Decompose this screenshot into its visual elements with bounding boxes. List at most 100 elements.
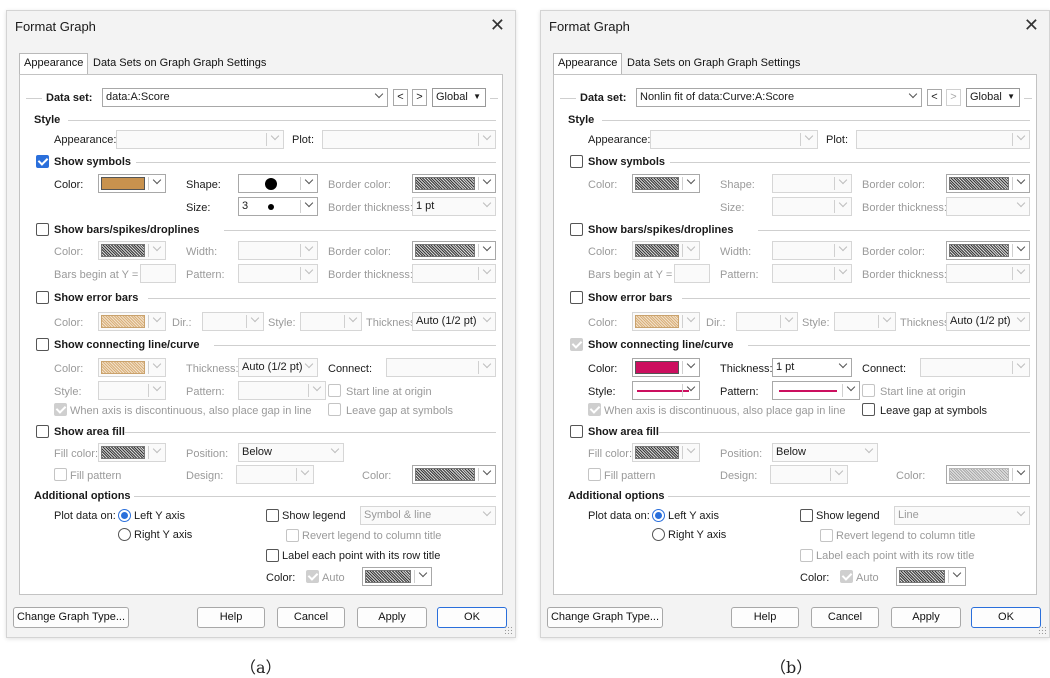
symbol-size-select[interactable] (772, 197, 852, 216)
cancel-button[interactable]: Cancel (277, 607, 345, 628)
error-dir-select[interactable] (736, 312, 798, 331)
fill-position-select[interactable]: Below (772, 443, 878, 462)
line-pattern-select[interactable] (772, 381, 860, 400)
connect-select[interactable] (386, 358, 496, 377)
show-symbols-checkbox[interactable] (36, 155, 49, 168)
tab-graph-settings[interactable]: Graph Settings (723, 54, 804, 74)
symbol-border-color-picker[interactable] (946, 174, 1030, 193)
error-color-picker[interactable] (98, 312, 166, 331)
tab-data-sets-on-graph[interactable]: Data Sets on Graph (623, 54, 728, 74)
tab-appearance[interactable]: Appearance (553, 53, 623, 74)
next-data-set-button[interactable]: > (946, 89, 961, 106)
symbol-border-thickness-select[interactable]: 1 pt (412, 197, 496, 216)
bars-color-picker[interactable] (632, 241, 700, 260)
plot-select[interactable] (856, 130, 1030, 149)
symbol-size-select[interactable]: 3 (238, 197, 318, 216)
label-points-checkbox[interactable] (800, 549, 813, 562)
plot-select[interactable] (322, 130, 496, 149)
symbol-shape-select[interactable] (238, 174, 318, 193)
revert-legend-checkbox[interactable] (820, 529, 833, 542)
symbol-border-color-picker[interactable] (412, 174, 496, 193)
bars-width-select[interactable] (238, 241, 318, 260)
help-button[interactable]: Help (731, 607, 799, 628)
gap-in-line-checkbox[interactable] (54, 403, 67, 416)
label-points-checkbox[interactable] (266, 549, 279, 562)
apply-button[interactable]: Apply (357, 607, 427, 628)
bars-color-picker[interactable] (98, 241, 166, 260)
legend-select[interactable]: Line (894, 506, 1030, 525)
show-bars-checkbox[interactable] (570, 223, 583, 236)
tab-graph-settings[interactable]: Graph Settings (189, 54, 270, 74)
leave-gap-checkbox[interactable] (862, 403, 875, 416)
bars-border-color-picker[interactable] (412, 241, 496, 260)
appearance-select[interactable] (116, 130, 284, 149)
data-set-select[interactable]: Nonlin fit of data:Curve:A:Score (636, 88, 922, 107)
bars-begin-input[interactable] (140, 264, 176, 283)
fill-design-select[interactable] (770, 465, 848, 484)
error-style-select[interactable] (300, 312, 362, 331)
cancel-button[interactable]: Cancel (811, 607, 879, 628)
error-thickness-select[interactable]: Auto (1/2 pt) (412, 312, 496, 331)
change-graph-type-button[interactable]: Change Graph Type... (13, 607, 129, 628)
line-color-picker[interactable] (632, 358, 700, 377)
prev-data-set-button[interactable]: < (927, 89, 942, 106)
right-y-axis-radio[interactable] (118, 528, 131, 541)
symbol-color-picker[interactable] (98, 174, 166, 193)
legend-select[interactable]: Symbol & line (360, 506, 496, 525)
appearance-select[interactable] (650, 130, 818, 149)
ok-button[interactable]: OK (971, 607, 1041, 628)
apply-button[interactable]: Apply (891, 607, 961, 628)
show-symbols-checkbox[interactable] (570, 155, 583, 168)
show-legend-checkbox[interactable] (800, 509, 813, 522)
show-area-fill-checkbox[interactable] (36, 425, 49, 438)
show-error-bars-checkbox[interactable] (570, 291, 583, 304)
fill-color-picker[interactable] (632, 443, 700, 462)
fill-pattern-checkbox[interactable] (54, 468, 67, 481)
auto-color-checkbox[interactable] (840, 570, 853, 583)
right-y-axis-radio[interactable] (652, 528, 665, 541)
error-style-select[interactable] (834, 312, 896, 331)
fill-design-select[interactable] (236, 465, 314, 484)
next-data-set-button[interactable]: > (412, 89, 427, 106)
prev-data-set-button[interactable]: < (393, 89, 408, 106)
show-bars-checkbox[interactable] (36, 223, 49, 236)
fill-pattern-checkbox[interactable] (588, 468, 601, 481)
bars-begin-input[interactable] (674, 264, 710, 283)
global-select[interactable]: Global ▼ (432, 88, 486, 107)
tab-data-sets-on-graph[interactable]: Data Sets on Graph (89, 54, 194, 74)
symbol-shape-select[interactable] (772, 174, 852, 193)
left-y-axis-radio[interactable] (118, 509, 131, 522)
change-graph-type-button[interactable]: Change Graph Type... (547, 607, 663, 628)
show-line-checkbox[interactable] (36, 338, 49, 351)
label-color-picker[interactable] (896, 567, 966, 586)
left-y-axis-radio[interactable] (652, 509, 665, 522)
start-origin-checkbox[interactable] (862, 384, 875, 397)
line-pattern-select[interactable] (238, 381, 326, 400)
show-error-bars-checkbox[interactable] (36, 291, 49, 304)
fill-design-color-picker[interactable] (946, 465, 1030, 484)
symbol-border-thickness-select[interactable] (946, 197, 1030, 216)
bars-pattern-select[interactable] (238, 264, 318, 283)
error-thickness-select[interactable]: Auto (1/2 pt) (946, 312, 1030, 331)
bars-border-thickness-select[interactable] (412, 264, 496, 283)
error-color-picker[interactable] (632, 312, 700, 331)
symbol-color-picker[interactable] (632, 174, 700, 193)
global-select[interactable]: Global ▼ (966, 88, 1020, 107)
revert-legend-checkbox[interactable] (286, 529, 299, 542)
gap-in-line-checkbox[interactable] (588, 403, 601, 416)
fill-position-select[interactable]: Below (238, 443, 344, 462)
fill-design-color-picker[interactable] (412, 465, 496, 484)
line-style-select[interactable] (632, 381, 700, 400)
error-dir-select[interactable] (202, 312, 264, 331)
leave-gap-checkbox[interactable] (328, 403, 341, 416)
connect-select[interactable] (920, 358, 1030, 377)
ok-button[interactable]: OK (437, 607, 507, 628)
line-thickness-select[interactable]: 1 pt (772, 358, 852, 377)
fill-color-picker[interactable] (98, 443, 166, 462)
auto-color-checkbox[interactable] (306, 570, 319, 583)
resize-grip-icon[interactable] (1038, 626, 1046, 634)
label-color-picker[interactable] (362, 567, 432, 586)
bars-pattern-select[interactable] (772, 264, 852, 283)
line-style-select[interactable] (98, 381, 166, 400)
close-icon[interactable]: ✕ (490, 15, 505, 35)
